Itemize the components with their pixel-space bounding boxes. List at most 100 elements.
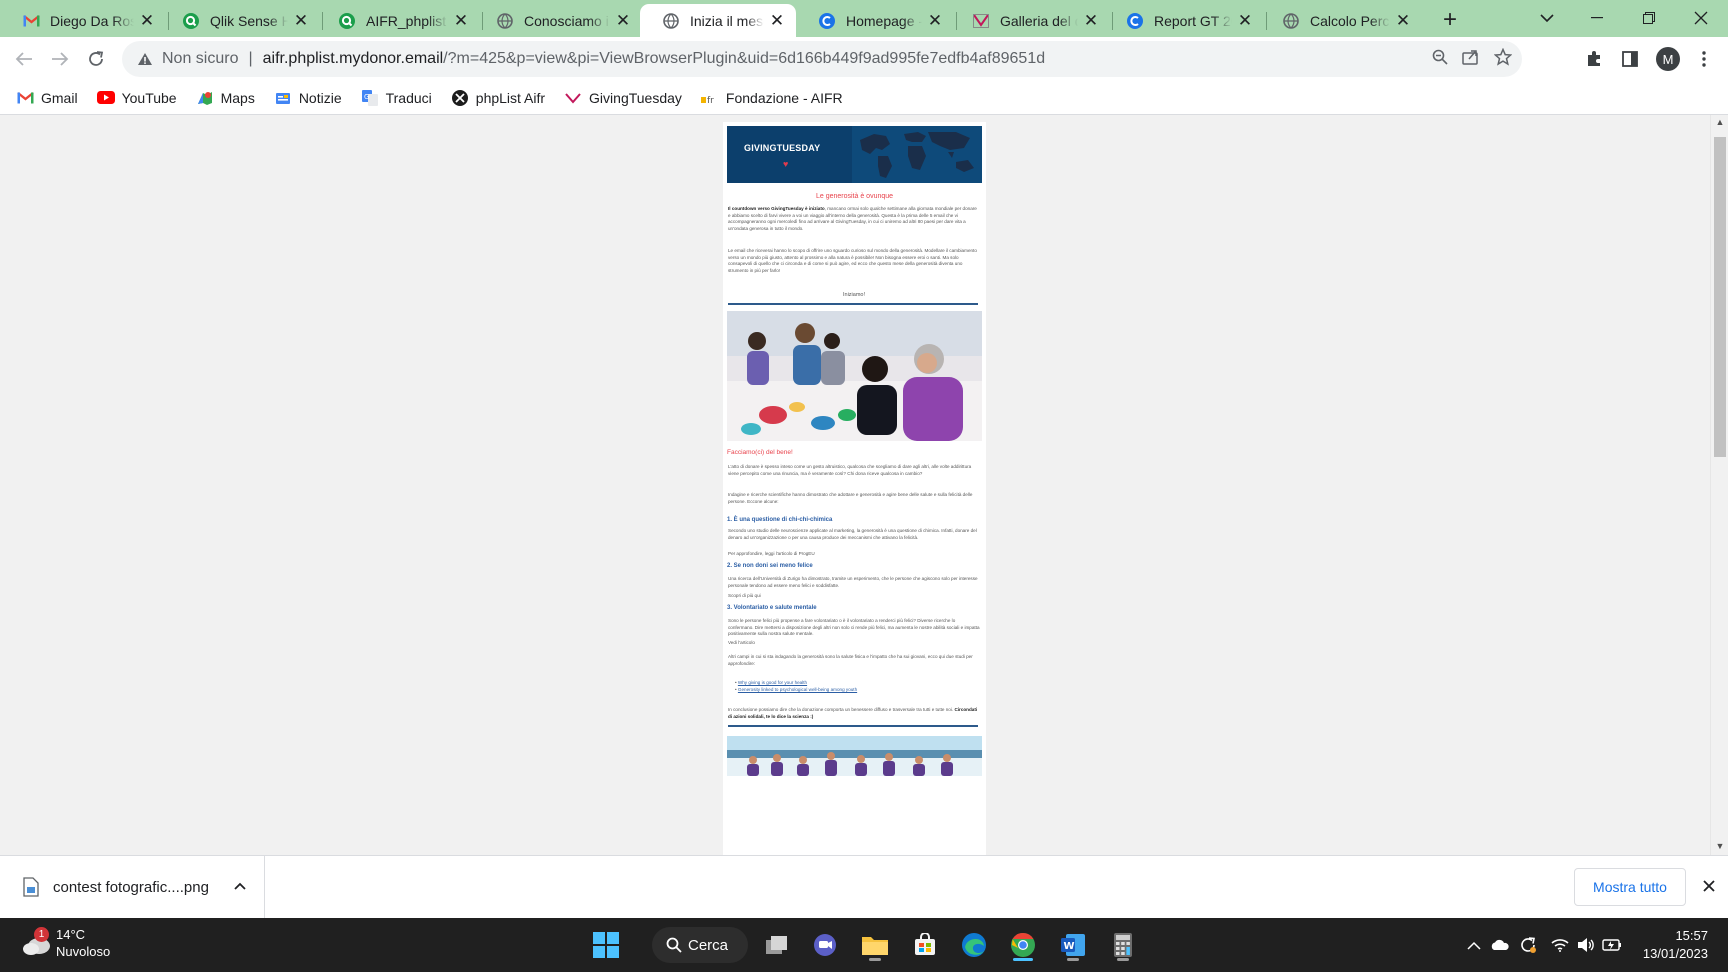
bookmark-notizie[interactable]: Notizie [274, 90, 342, 106]
point-3-more[interactable]: Vedi l'articolo [728, 640, 980, 647]
close-icon[interactable]: ✕ [1236, 11, 1254, 30]
download-item[interactable]: contest fotografic....png [0, 856, 265, 918]
edge-icon [962, 933, 986, 957]
share-icon[interactable] [1462, 49, 1480, 70]
tab-title: Diego Da Ros [50, 12, 134, 29]
warning-icon[interactable] [136, 50, 154, 68]
tab-3[interactable]: Conosciamo il ✕ [474, 4, 642, 37]
study-link-label[interactable]: Generosity linked to psychological well-… [738, 687, 857, 692]
tab-6[interactable]: Galleria del dc ✕ [950, 4, 1110, 37]
tab-1[interactable]: Qlik Sense Hub ✕ [160, 4, 320, 37]
close-icon[interactable]: ✕ [926, 11, 944, 30]
onedrive-icon[interactable] [1490, 935, 1510, 955]
close-icon[interactable]: ✕ [138, 11, 156, 30]
bookmark-phplist[interactable]: phpList Aifr [451, 89, 546, 106]
email-banner: GIVINGTUESDAY ♥ [727, 126, 982, 183]
forward-button[interactable] [44, 43, 76, 75]
study-link-label[interactable]: Why giving is good for your health [738, 680, 807, 685]
bookmark-youtube[interactable]: YouTube [96, 90, 177, 106]
bookmark-aifr[interactable]: fr Fondazione - AIFR [700, 90, 843, 106]
intro-paragraph-2: Le email che riceverai hanno lo scopo di… [728, 248, 977, 273]
close-icon[interactable]: ✕ [614, 11, 632, 30]
world-map-image [852, 126, 982, 183]
url-path[interactable]: /?m=425&p=view&pi=ViewBrowserPlugin&uid=… [443, 50, 1045, 68]
tab-0[interactable]: Diego Da Ros ✕ [0, 4, 166, 37]
reload-button[interactable] [80, 43, 112, 75]
other-studies-text: Altri campi in cui si sta indagando la g… [728, 654, 973, 666]
c-icon [1126, 12, 1144, 30]
bookmark-label: phpList Aifr [475, 89, 546, 106]
wifi-icon[interactable] [1550, 935, 1570, 955]
tab-4[interactable]: Inizia il mese di ✕ [640, 4, 796, 37]
tab-8[interactable]: Calcolo Percen ✕ [1260, 4, 1422, 37]
side-panel-button[interactable] [1614, 43, 1646, 75]
section2-paragraph-2: Indagine e ricerche scientifiche hanno d… [728, 492, 973, 504]
vertical-scrollbar[interactable]: ▲ ▼ [1710, 115, 1728, 855]
chrome-icon [1011, 933, 1035, 957]
calculator-button[interactable] [1106, 927, 1140, 963]
tab-7[interactable]: Report GT 202 ✕ [1104, 4, 1264, 37]
bookmark-gmail[interactable]: Gmail [16, 90, 78, 106]
chat-icon [814, 934, 836, 956]
sync-icon[interactable] [1518, 935, 1538, 955]
point-2-more[interactable]: Scopri di più qui [728, 593, 980, 600]
tab-title: Qlik Sense Hub [210, 12, 288, 29]
close-download-bar-button[interactable] [1700, 876, 1718, 896]
chevron-up-icon[interactable] [1464, 935, 1484, 955]
download-filename: contest fotografic....png [53, 878, 209, 896]
svg-text:W: W [1064, 941, 1075, 952]
close-icon[interactable]: ✕ [452, 11, 470, 30]
study-link-1[interactable]: • Why giving is good for your health [735, 680, 986, 687]
url-host[interactable]: aifr.phplist.mydonor.email [263, 50, 444, 68]
chat-button[interactable] [808, 927, 842, 963]
minimize-button[interactable] [1574, 0, 1620, 36]
word-button[interactable]: W [1056, 927, 1090, 963]
menu-button[interactable] [1688, 43, 1720, 75]
close-icon[interactable]: ✕ [768, 11, 786, 30]
translate-icon: G [361, 89, 379, 106]
file-explorer-button[interactable] [858, 927, 892, 963]
bookmark-maps[interactable]: Maps [196, 90, 255, 106]
scroll-down-arrow[interactable]: ▼ [1715, 841, 1725, 851]
reload-icon [89, 51, 104, 66]
weather-widget[interactable]: 1 14°C Nuvoloso [22, 926, 110, 960]
close-icon[interactable]: ✕ [292, 11, 310, 30]
scroll-up-arrow[interactable]: ▲ [1715, 117, 1725, 127]
conclusion-pre: In conclusione possiamo dire che la dona… [728, 707, 954, 712]
profile-button[interactable]: M [1652, 43, 1684, 75]
back-button[interactable] [8, 43, 40, 75]
new-tab-button[interactable]: + [1436, 6, 1464, 34]
start-button[interactable] [589, 927, 623, 963]
tab-title: Galleria del dc [1000, 12, 1078, 29]
zoom-icon[interactable] [1432, 49, 1448, 70]
taskbar-search[interactable]: Cerca [652, 927, 748, 963]
point-1-more[interactable]: Per approfondire, leggi l'articolo di Pr… [728, 551, 980, 558]
task-view-button[interactable] [760, 927, 794, 963]
bookmark-givingtuesday[interactable]: GivingTuesday [564, 90, 682, 106]
show-all-downloads-button[interactable]: Mostra tutto [1574, 868, 1686, 906]
volunteers-photo [727, 311, 982, 441]
volume-icon[interactable] [1576, 935, 1596, 955]
security-label[interactable]: Non sicuro [162, 50, 238, 68]
extensions-button[interactable] [1578, 43, 1610, 75]
address-bar[interactable]: Non sicuro | aifr.phplist.mydonor.email /… [122, 41, 1522, 77]
point-3-text: Sono le persone felici più propense a fa… [728, 618, 980, 636]
chrome-button[interactable] [1006, 927, 1040, 963]
star-icon[interactable] [1493, 47, 1513, 71]
close-window-button[interactable] [1678, 0, 1724, 36]
close-icon[interactable]: ✕ [1394, 11, 1412, 30]
store-button[interactable] [908, 927, 942, 963]
bookmark-traduci[interactable]: G Traduci [361, 89, 432, 106]
scroll-thumb[interactable] [1714, 137, 1726, 457]
tab-search-button[interactable] [1524, 0, 1570, 36]
restore-button[interactable] [1626, 0, 1672, 36]
chevron-up-icon[interactable] [232, 876, 248, 896]
tab-5[interactable]: Homepage - C ✕ [796, 4, 954, 37]
study-link-2[interactable]: • Generosity linked to psychological wel… [735, 687, 986, 694]
battery-icon[interactable] [1602, 935, 1622, 955]
running-indicator [1067, 958, 1079, 961]
tab-2[interactable]: AIFR_phplist - ✕ [316, 4, 480, 37]
edge-button[interactable] [957, 927, 991, 963]
system-clock[interactable]: 15:57 13/01/2023 [1643, 927, 1708, 963]
close-icon[interactable]: ✕ [1082, 11, 1100, 30]
